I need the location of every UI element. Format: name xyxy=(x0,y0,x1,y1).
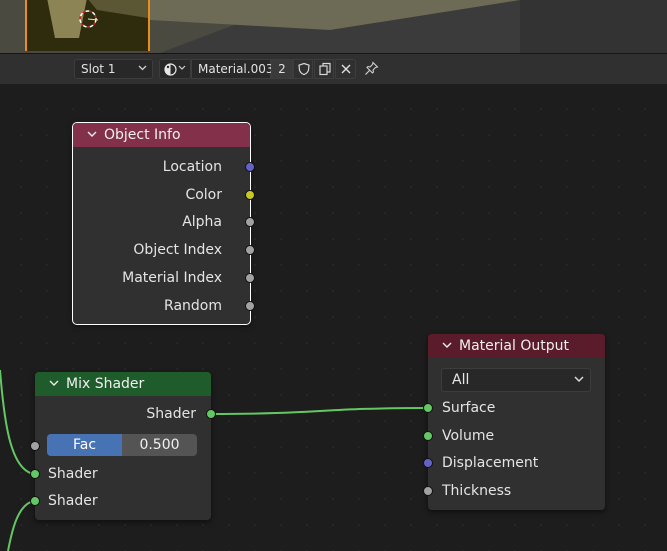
output-label-shader: Shader xyxy=(146,406,196,422)
fake-user-button[interactable] xyxy=(293,59,313,79)
fac-value: 0.500 xyxy=(139,437,180,453)
chevron-down-icon[interactable] xyxy=(442,342,452,349)
duplicate-icon xyxy=(319,62,331,76)
input-label-shader-2: Shader xyxy=(48,493,98,509)
material-output-node[interactable]: Material Output All Surface Volume Displ… xyxy=(423,334,605,510)
chevron-down-icon xyxy=(178,65,186,70)
socket-alpha[interactable] xyxy=(245,217,255,227)
slot-label: Slot 1 xyxy=(81,62,116,76)
pin-icon xyxy=(365,61,379,75)
duplicate-material-button[interactable] xyxy=(314,59,334,79)
socket-thickness[interactable] xyxy=(423,486,433,496)
socket-location[interactable] xyxy=(245,162,255,172)
socket-object-index[interactable] xyxy=(245,245,255,255)
fac-slider[interactable]: Fac 0.500 xyxy=(47,434,197,456)
socket-shader-input-2[interactable] xyxy=(30,496,40,506)
node-title: Mix Shader xyxy=(66,376,145,392)
socket-random[interactable] xyxy=(245,301,255,311)
output-label-alpha: Alpha xyxy=(182,214,222,230)
pin-button[interactable] xyxy=(361,59,381,79)
input-label-displacement: Displacement xyxy=(442,455,539,471)
input-label-volume: Volume xyxy=(442,428,495,444)
3d-cursor-icon[interactable] xyxy=(76,7,100,31)
material-output-header[interactable]: Material Output xyxy=(428,334,605,358)
target-value: All xyxy=(452,372,470,388)
socket-shader-output[interactable] xyxy=(206,409,216,419)
fac-label: Fac xyxy=(72,437,97,453)
socket-material-index[interactable] xyxy=(245,273,255,283)
socket-shader-input-1[interactable] xyxy=(30,469,40,479)
node-editor-header: Slot 1 Material.003 2 xyxy=(0,53,667,85)
material-sphere-icon xyxy=(164,63,177,76)
node-title: Material Output xyxy=(459,338,569,354)
chevron-down-icon[interactable] xyxy=(87,131,97,138)
chevron-down-icon xyxy=(138,65,147,71)
object-info-node[interactable]: Object Info Location Color Alpha Object … xyxy=(72,122,255,325)
output-label-object-index: Object Index xyxy=(133,242,222,258)
socket-color[interactable] xyxy=(245,190,255,200)
slot-dropdown[interactable]: Slot 1 xyxy=(74,59,153,79)
material-user-count[interactable]: 2 xyxy=(271,59,293,79)
socket-fac[interactable] xyxy=(30,441,40,451)
input-label-thickness: Thickness xyxy=(442,483,512,499)
chevron-down-icon[interactable] xyxy=(49,380,59,387)
output-label-material-index: Material Index xyxy=(122,270,222,286)
socket-volume[interactable] xyxy=(423,431,433,441)
mix-shader-node[interactable]: Mix Shader Shader Fac 0.500 Shader Shade… xyxy=(30,372,216,520)
unlink-material-button[interactable] xyxy=(335,59,356,79)
chevron-down-icon xyxy=(574,376,584,382)
fake-user-shield-icon xyxy=(298,62,310,76)
material-name-field[interactable]: Material.003 xyxy=(191,59,273,79)
target-dropdown[interactable]: All xyxy=(441,368,591,392)
input-label-shader-1: Shader xyxy=(48,466,98,482)
socket-surface[interactable] xyxy=(423,403,433,413)
mix-shader-header[interactable]: Mix Shader xyxy=(35,372,211,396)
output-label-random: Random xyxy=(164,298,222,314)
3d-viewport[interactable] xyxy=(0,0,667,53)
output-label-location: Location xyxy=(162,159,222,175)
browse-material-button[interactable] xyxy=(159,59,191,79)
close-icon xyxy=(341,64,351,74)
input-label-surface: Surface xyxy=(442,400,496,416)
node-title: Object Info xyxy=(104,127,181,143)
object-info-header[interactable]: Object Info xyxy=(73,123,250,147)
socket-displacement[interactable] xyxy=(423,458,433,468)
output-label-color: Color xyxy=(185,187,222,203)
